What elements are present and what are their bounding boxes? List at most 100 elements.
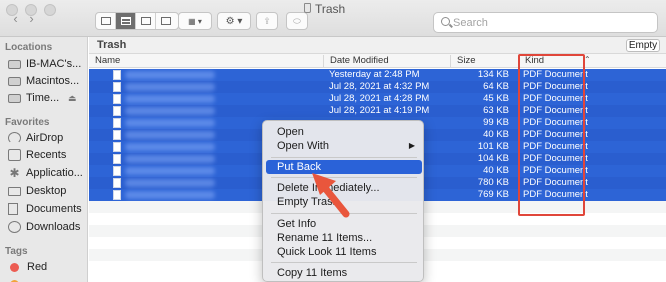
sort-ascending-icon: ⌃ — [584, 55, 591, 64]
folder-title: Trash — [97, 39, 127, 51]
grid-icon: ▦ ▾ — [188, 16, 202, 26]
menu-item-put-back[interactable]: Put Back — [266, 160, 422, 174]
menu-item-label: Open With — [277, 140, 329, 152]
column-kind-header[interactable]: Kind — [518, 55, 544, 67]
list-view-button[interactable] — [116, 13, 136, 29]
gallery-view-button[interactable] — [156, 13, 176, 29]
menu-item-quick-look[interactable]: Quick Look 11 Items — [263, 245, 423, 259]
submenu-arrow-icon: ▶ — [408, 141, 415, 150]
sidebar-item-label: Desktop — [26, 185, 67, 197]
sidebar-item-tag-red[interactable]: Red — [0, 259, 88, 275]
action-button[interactable]: ⚙ ▾ — [217, 12, 251, 30]
blurred-file-name — [125, 71, 215, 79]
sidebar-item-label: AirDrop — [26, 132, 64, 144]
menu-item-empty-trash[interactable]: Empty Trash — [263, 195, 423, 209]
file-kind: PDF Document — [523, 93, 588, 104]
time-machine-icon — [8, 93, 21, 103]
pdf-file-icon — [113, 166, 121, 176]
sidebar-item-label: Downloads — [26, 221, 81, 233]
sidebar-item-macintosh-hd[interactable]: Macintos... — [0, 73, 88, 89]
column-view-icon — [140, 17, 151, 25]
gallery-view-icon — [161, 17, 171, 25]
icon-view-button[interactable] — [96, 13, 116, 29]
menu-separator — [271, 262, 417, 263]
menu-item-open[interactable]: Open — [263, 125, 423, 139]
table-row[interactable]: Jul 28, 2021 at 4:19 PM 63 KB PDF Docume… — [89, 105, 666, 117]
toolbar: ‹ › ▦ ▾ ⚙ ▾ ⇪ ⬭ Trash — [0, 0, 666, 37]
file-kind: PDF Document — [523, 69, 588, 80]
blurred-file-name — [125, 119, 215, 127]
eject-icon[interactable]: ⏏ — [68, 93, 77, 104]
folder-header: Trash Empty — [89, 37, 666, 54]
file-kind: PDF Document — [523, 177, 588, 188]
recents-icon — [8, 149, 21, 161]
pdf-file-icon — [113, 70, 121, 80]
file-kind: PDF Document — [523, 81, 588, 92]
zoom-window-button[interactable] — [44, 4, 56, 16]
red-tag-icon — [10, 262, 19, 272]
airdrop-icon — [8, 132, 21, 144]
sidebar-item-tag-orange[interactable] — [0, 276, 88, 282]
file-date: Jul 28, 2021 at 4:28 PM — [329, 93, 430, 104]
sidebar-item-ib-mac[interactable]: IB-MAC's... — [0, 56, 88, 72]
tag-button[interactable]: ⬭ — [286, 12, 308, 30]
back-icon[interactable]: ‹ — [10, 12, 21, 26]
sidebar-section-favorites: Favorites — [5, 117, 50, 128]
table-row[interactable]: Jul 28, 2021 at 4:28 PM 45 KB PDF Docume… — [89, 93, 666, 105]
list-view-icon — [120, 17, 131, 25]
table-row[interactable]: Yesterday at 2:48 PM 134 KB PDF Document — [89, 69, 666, 81]
pdf-file-icon — [113, 190, 121, 200]
file-size: 101 KB — [477, 141, 509, 152]
file-size: 104 KB — [477, 153, 509, 164]
blurred-file-name — [125, 167, 215, 175]
sidebar-item-airdrop[interactable]: AirDrop — [0, 130, 88, 146]
sidebar-item-documents[interactable]: Documents — [0, 201, 88, 217]
pdf-file-icon — [113, 142, 121, 152]
table-row[interactable]: Jul 28, 2021 at 4:32 PM 64 KB PDF Docume… — [89, 81, 666, 93]
blurred-file-name — [125, 179, 215, 187]
file-kind: PDF Document — [523, 117, 588, 128]
sidebar-item-downloads[interactable]: Downloads — [0, 219, 88, 235]
sidebar-item-label: Documents — [26, 203, 82, 215]
blurred-file-name — [125, 191, 215, 199]
file-size: 40 KB — [483, 165, 509, 176]
sidebar-item-desktop[interactable]: Desktop — [0, 183, 88, 199]
file-kind: PDF Document — [523, 189, 588, 200]
share-button[interactable]: ⇪ — [256, 12, 278, 30]
file-size: 99 KB — [483, 117, 509, 128]
search-field[interactable] — [433, 12, 658, 33]
menu-item-open-with[interactable]: Open With ▶ — [263, 139, 423, 153]
column-name-header[interactable]: Name — [89, 55, 120, 67]
column-date-header[interactable]: Date Modified — [323, 55, 389, 67]
view-mode-switcher — [95, 12, 179, 30]
sidebar-item-label: Red — [27, 261, 48, 273]
search-input[interactable] — [453, 15, 648, 31]
sidebar-item-recents[interactable]: Recents — [0, 147, 88, 163]
sidebar-item-applications[interactable]: ✱ Applicatio... — [0, 165, 88, 181]
search-icon — [441, 17, 450, 26]
file-date: Jul 28, 2021 at 4:32 PM — [329, 81, 430, 92]
blurred-file-name — [125, 155, 215, 163]
column-view-button[interactable] — [136, 13, 156, 29]
column-size-header[interactable]: Size — [450, 55, 475, 67]
downloads-icon — [8, 221, 21, 233]
sidebar-item-time-machine[interactable]: Time... ⏏ — [0, 90, 88, 106]
empty-trash-button[interactable]: Empty — [626, 39, 660, 52]
pdf-file-icon — [113, 118, 121, 128]
tag-icon: ⬭ — [293, 15, 301, 26]
forward-icon[interactable]: › — [26, 12, 37, 26]
menu-item-delete-immediately[interactable]: Delete Immediately... — [263, 181, 423, 195]
menu-item-copy[interactable]: Copy 11 Items — [263, 266, 423, 280]
blurred-file-name — [125, 83, 215, 91]
file-size: 45 KB — [483, 93, 509, 104]
file-size: 769 KB — [477, 189, 509, 200]
menu-item-rename[interactable]: Rename 11 Items... — [263, 231, 423, 245]
vertical-scrollbar[interactable] — [654, 69, 664, 219]
menu-separator — [271, 157, 417, 158]
group-button[interactable]: ▦ ▾ — [178, 12, 212, 30]
applications-icon: ✱ — [9, 166, 20, 180]
pdf-file-icon — [113, 94, 121, 104]
menu-item-get-info[interactable]: Get Info — [263, 217, 423, 231]
file-size: 780 KB — [477, 177, 509, 188]
blurred-file-name — [125, 95, 215, 103]
